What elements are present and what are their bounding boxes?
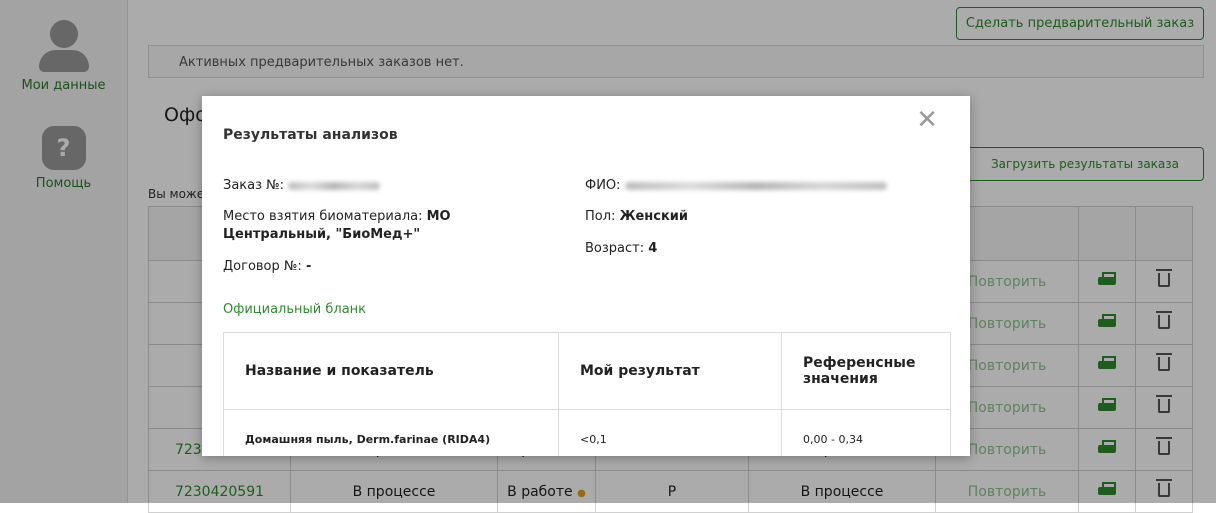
table-row: Домашняя пыль, Derm.farinae (RIDA4) <0,1… bbox=[223, 409, 951, 456]
fio-field: ФИО: bbox=[585, 177, 887, 195]
header-name: Название и показатель bbox=[223, 332, 559, 410]
contract-field: Договор №: - bbox=[223, 259, 312, 274]
header-result: Мой результат bbox=[558, 332, 782, 410]
sex-field: Пол: Женский bbox=[585, 209, 689, 224]
results-modal: ✕ Результаты анализов Заказ №: Место взя… bbox=[202, 96, 970, 456]
header-reference: Референсные значения bbox=[781, 332, 951, 410]
redacted-fio bbox=[624, 181, 887, 190]
analysis-name: Домашняя пыль, Derm.farinae (RIDA4) bbox=[223, 409, 559, 456]
redacted-order-number bbox=[288, 181, 381, 190]
results-header-row: Название и показатель Мой результат Рефе… bbox=[223, 332, 951, 410]
results-table: Название и показатель Мой результат Рефе… bbox=[223, 332, 951, 456]
place-field: Место взятия биоматериала: МО Центральны… bbox=[223, 209, 451, 242]
modal-title: Результаты анализов bbox=[223, 127, 398, 143]
analysis-reference: 0,00 - 0,34 bbox=[781, 409, 951, 456]
analysis-result: <0,1 bbox=[558, 409, 782, 456]
age-field: Возраст: 4 bbox=[585, 241, 658, 256]
order-number-field: Заказ №: bbox=[223, 177, 381, 195]
official-blank-link[interactable]: Официальный бланк bbox=[223, 302, 366, 317]
close-icon[interactable]: ✕ bbox=[916, 105, 938, 135]
